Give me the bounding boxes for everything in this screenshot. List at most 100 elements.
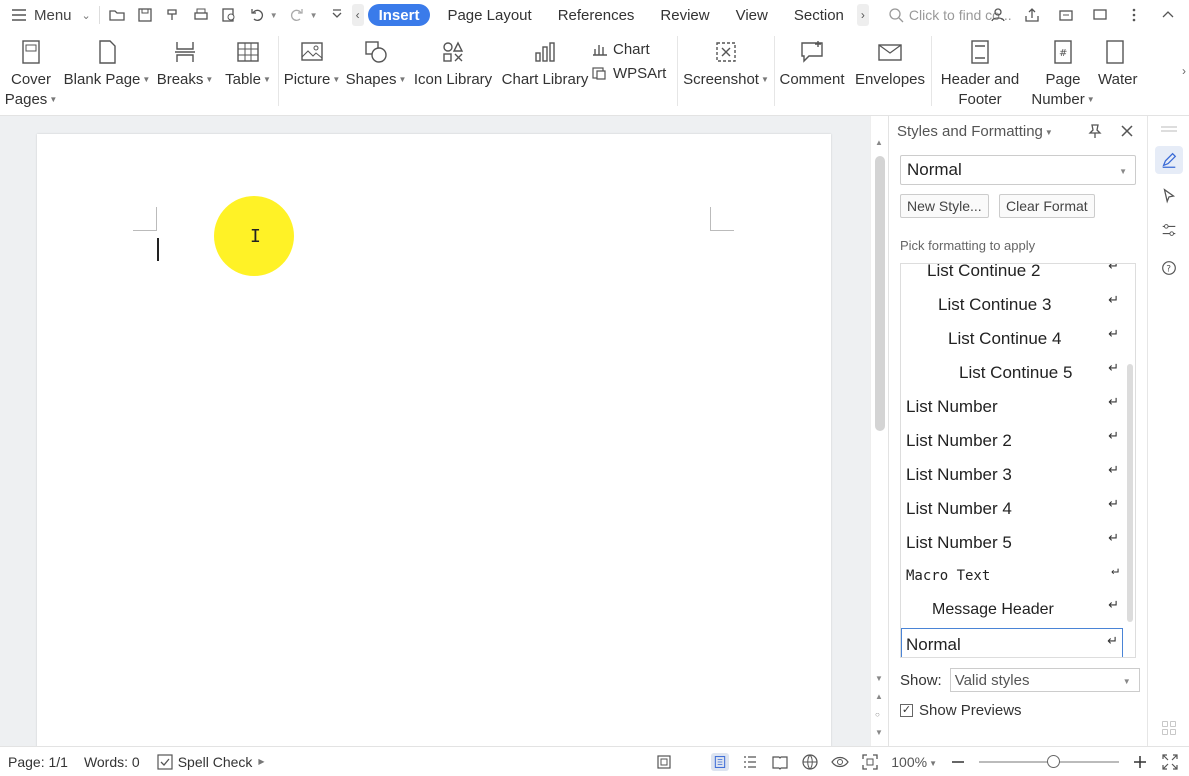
customize-toolbar-icon[interactable] — [328, 6, 346, 24]
scrollbar-thumb[interactable] — [875, 156, 885, 431]
style-item[interactable]: List Number 2 ↵ — [901, 424, 1123, 458]
tab-section[interactable]: Section — [781, 0, 857, 30]
style-item-selected[interactable]: Normal ↵ — [901, 628, 1123, 657]
tab-review[interactable]: Review — [647, 0, 722, 30]
style-item[interactable]: Message Header ↵ — [901, 593, 1123, 627]
screenshot-button[interactable]: Screenshot ▼ — [678, 30, 774, 90]
zoom-out-icon[interactable] — [949, 753, 967, 771]
status-bar: Page: 1/1 Words: 0 Spell Check ▶ 100% ▼ — [0, 746, 1189, 776]
chart-library-button[interactable]: Chart Library — [499, 30, 591, 90]
zoom-in-icon[interactable] — [1131, 753, 1149, 771]
wpsart-button[interactable]: WPSArt — [591, 64, 677, 82]
tab-page-layout[interactable]: Page Layout — [434, 0, 544, 30]
style-item[interactable]: List Continue 5 ↵ — [901, 356, 1123, 390]
select-browse-object-icon[interactable]: ○ — [875, 710, 880, 719]
print-icon[interactable] — [192, 6, 210, 24]
pin-icon[interactable] — [1086, 122, 1104, 140]
tab-references[interactable]: References — [545, 0, 648, 30]
close-icon[interactable] — [1118, 122, 1136, 140]
select-pointer-icon[interactable] — [1159, 186, 1179, 206]
cover-pages-button[interactable]: Cover Pages ▼ — [0, 30, 62, 110]
icon-library-button[interactable]: Icon Library — [407, 30, 499, 90]
print-preview-icon[interactable] — [220, 6, 238, 24]
style-item[interactable]: List Number 3 ↵ — [901, 458, 1123, 492]
style-item[interactable]: List Continue 3 ↵ — [901, 288, 1123, 322]
blank-page-button[interactable]: Blank Page ▼ — [62, 30, 152, 90]
clear-format-button[interactable]: Clear Format — [999, 194, 1095, 218]
chevron-right-icon[interactable]: › — [1179, 36, 1189, 106]
save-icon[interactable] — [136, 6, 154, 24]
zoom-slider[interactable] — [979, 755, 1119, 768]
focus-mode-icon[interactable] — [655, 753, 673, 771]
show-previews-row[interactable]: ✓ Show Previews — [900, 702, 1022, 719]
eye-protection-icon[interactable] — [831, 753, 849, 771]
page-count[interactable]: Page: 1/1 — [0, 754, 76, 770]
redo-icon[interactable] — [288, 6, 306, 24]
format-painter-icon[interactable] — [164, 6, 182, 24]
style-item[interactable]: List Number 5 ↵ — [901, 526, 1123, 560]
styles-pen-icon[interactable] — [1155, 146, 1183, 174]
undo-icon[interactable] — [248, 6, 266, 24]
fullscreen-icon[interactable] — [1161, 753, 1179, 771]
outline-view-icon[interactable] — [741, 753, 759, 771]
chevron-down-icon: ▼ — [332, 75, 341, 85]
help-icon[interactable]: ? — [1159, 258, 1179, 278]
sync-icon[interactable] — [1057, 6, 1075, 24]
next-page-icon[interactable]: ▼ — [875, 728, 883, 737]
user-icon[interactable] — [989, 6, 1007, 24]
breaks-button[interactable]: Breaks ▼ — [152, 30, 218, 90]
menu-button[interactable]: Menu ⌄ — [0, 0, 91, 30]
show-previews-checkbox[interactable]: ✓ — [900, 704, 913, 717]
envelopes-button[interactable]: Envelopes — [849, 30, 931, 90]
tab-view[interactable]: View — [723, 0, 781, 30]
table-button[interactable]: Table ▼ — [218, 30, 278, 90]
chevron-down-icon[interactable]: ▼ — [270, 11, 278, 20]
return-icon: ↵ — [1108, 428, 1119, 443]
style-item[interactable]: List Number 4 ↵ — [901, 492, 1123, 526]
style-list-scrollbar[interactable] — [1127, 364, 1133, 622]
fit-page-icon[interactable] — [861, 753, 879, 771]
adjust-sliders-icon[interactable] — [1159, 220, 1179, 240]
picture-button[interactable]: Picture ▼ — [279, 30, 345, 90]
style-item[interactable]: List Continue 2 ↵ — [901, 264, 1123, 288]
more-icon[interactable] — [1125, 6, 1143, 24]
tab-insert[interactable]: Insert — [367, 4, 431, 26]
zoom-slider-knob[interactable] — [1047, 755, 1060, 768]
return-icon: ↵ — [1111, 563, 1119, 578]
page-number-button[interactable]: # Page Number ▼ — [1028, 30, 1098, 110]
new-style-button[interactable]: New Style... — [900, 194, 989, 218]
comment-button[interactable]: Comment — [775, 30, 849, 90]
chevron-left-icon[interactable]: ‹ — [351, 4, 364, 26]
chart-button[interactable]: Chart — [591, 40, 677, 58]
style-item[interactable]: Macro Text ↵ — [901, 559, 1123, 593]
collapse-ribbon-icon[interactable] — [1159, 6, 1177, 24]
title-bar: Menu ⌄ ▼ ▼ ‹ Insert Page Layout Referenc… — [0, 0, 1189, 30]
read-mode-icon[interactable] — [771, 753, 789, 771]
document-page[interactable] — [37, 134, 831, 746]
style-item[interactable]: List Continue 4 ↵ — [901, 322, 1123, 356]
watermark-button[interactable]: Water — [1098, 30, 1142, 90]
prev-page-icon[interactable]: ▲ — [875, 692, 883, 701]
pane-title[interactable]: Styles and Formatting ▼ — [897, 123, 1053, 140]
scroll-down-icon[interactable]: ▼ — [875, 674, 883, 683]
style-list[interactable]: List Continue 2 ↵ List Continue 3 ↵ List C… — [900, 263, 1136, 658]
vertical-scrollbar[interactable]: ▲ ▼ ▲ ○ ▼ — [870, 116, 888, 746]
zoom-level[interactable]: 100% ▼ — [891, 754, 937, 770]
current-style-select[interactable]: Normal ▼ — [900, 155, 1136, 185]
web-layout-icon[interactable] — [801, 753, 819, 771]
shapes-button[interactable]: Shapes ▼ — [345, 30, 407, 90]
page-view-icon[interactable] — [711, 753, 730, 771]
show-filter-select[interactable]: Valid styles ▼ — [949, 668, 1140, 692]
chevron-right-icon[interactable]: › — [856, 4, 869, 26]
share-icon[interactable] — [1023, 6, 1041, 24]
comment-icon[interactable] — [1091, 6, 1109, 24]
style-item[interactable]: List Number ↵ — [901, 390, 1123, 424]
chevron-down-icon[interactable]: ▼ — [310, 11, 318, 20]
grid-apps-icon[interactable] — [1159, 718, 1179, 738]
header-footer-button[interactable]: Header and Footer — [932, 30, 1028, 110]
word-count[interactable]: Words: 0 — [76, 754, 148, 770]
open-folder-icon[interactable] — [108, 6, 126, 24]
chevron-down-icon: ▼ — [398, 75, 407, 85]
scroll-up-icon[interactable]: ▲ — [875, 138, 883, 147]
spell-check-button[interactable]: Spell Check ▶ — [148, 753, 273, 771]
